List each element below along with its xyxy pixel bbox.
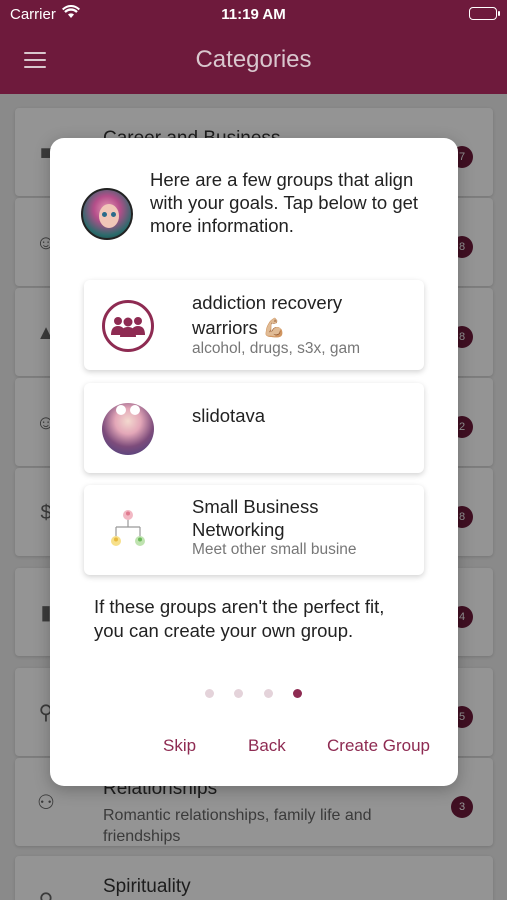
- pager-dot[interactable]: [234, 689, 243, 698]
- user-photo-icon: [102, 403, 154, 455]
- group-description: alcohol, drugs, s3x, gam: [192, 340, 361, 357]
- app-header: Carrier 11:19 AM Categories: [0, 0, 507, 94]
- network-icon: [102, 505, 154, 557]
- back-button[interactable]: Back: [248, 736, 286, 756]
- pager-dot[interactable]: [264, 689, 273, 698]
- page-title: Categories: [195, 46, 312, 73]
- pager-dot[interactable]: [205, 689, 214, 698]
- group-name: Small Business Networking: [192, 496, 319, 540]
- pager-dot-active[interactable]: [293, 689, 302, 698]
- group-card-slidotava[interactable]: slidotava: [84, 383, 424, 473]
- create-group-button[interactable]: Create Group: [327, 736, 430, 756]
- group-description: Meet other small busine: [192, 541, 357, 558]
- skip-button[interactable]: Skip: [163, 736, 196, 756]
- group-name: addiction recovery warriors 💪🏼: [192, 292, 343, 338]
- status-bar: Carrier 11:19 AM: [0, 0, 507, 28]
- clock: 11:19 AM: [221, 6, 286, 23]
- intro-text: Here are a few groups that align with yo…: [150, 169, 419, 236]
- group-card-addiction-recovery[interactable]: addiction recovery warriors 💪🏼 alcohol, …: [84, 280, 424, 370]
- group-card-small-business[interactable]: Small Business Networking Meet other sma…: [84, 485, 424, 575]
- group-people-icon: [102, 300, 154, 352]
- pager-dots: [203, 689, 307, 699]
- group-suggestion-dialog: Here are a few groups that align with yo…: [50, 138, 458, 786]
- group-name: slidotava: [192, 405, 266, 426]
- outro-text: If these groups aren't the perfect fit, …: [94, 596, 385, 641]
- dialog-actions: Skip Back Create Group: [50, 736, 458, 760]
- battery-icon: [469, 7, 500, 20]
- assistant-avatar: [81, 188, 133, 240]
